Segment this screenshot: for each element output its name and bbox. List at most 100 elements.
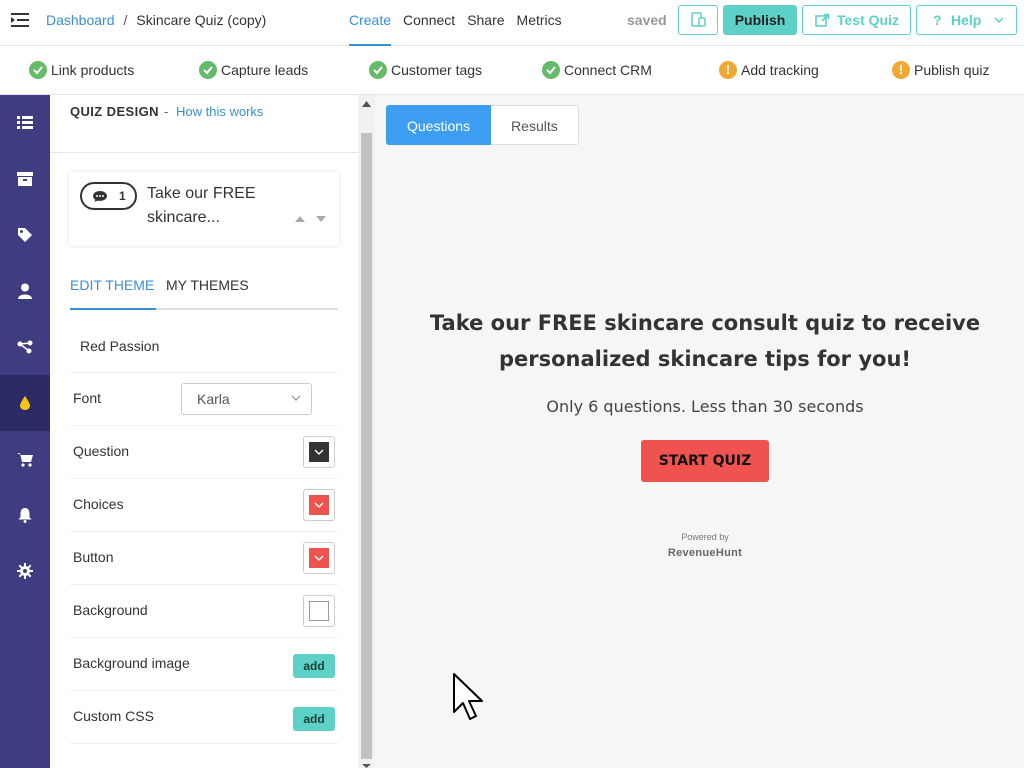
scroll-up-arrow-icon[interactable] — [362, 101, 371, 107]
rail-logic[interactable] — [0, 319, 50, 375]
background-color-row: Background — [73, 584, 335, 636]
test-quiz-label: Test Quiz — [837, 12, 899, 28]
question-color-label: Question — [73, 443, 130, 459]
rail-cart[interactable] — [0, 431, 50, 487]
test-quiz-button[interactable]: Test Quiz — [802, 5, 911, 35]
custom-css-label: Custom CSS — [73, 708, 154, 724]
choices-color-swatch — [309, 495, 329, 515]
top-bar: Dashboard / Skincare Quiz (copy) Create Co… — [0, 0, 1024, 46]
tag-icon — [18, 228, 32, 242]
background-image-label: Background image — [73, 655, 190, 671]
rail-questions[interactable] — [0, 95, 50, 151]
button-color-label: Button — [73, 549, 114, 565]
add-background-image-button[interactable]: add — [293, 654, 335, 678]
rail-tags[interactable] — [0, 207, 50, 263]
menu-toggle-icon[interactable] — [11, 11, 31, 29]
nav-metrics[interactable]: Metrics — [517, 0, 562, 46]
rail-design[interactable] — [0, 375, 50, 431]
cart-icon — [17, 452, 33, 467]
device-preview-button[interactable] — [678, 5, 718, 35]
step-customer-tags[interactable]: Customer tags — [369, 61, 482, 79]
brand-logo[interactable]: RevenueHunt — [375, 547, 1024, 559]
quiz-subtitle: Only 6 questions. Less than 30 seconds — [546, 397, 864, 416]
start-quiz-button[interactable]: START QUIZ — [641, 440, 769, 482]
setup-steps-bar: Link products Capture leads Customer tag… — [0, 46, 1024, 95]
step-label: Publish quiz — [914, 62, 990, 78]
tab-results[interactable]: Results — [491, 105, 579, 145]
step-label: Add tracking — [741, 62, 819, 78]
reorder-arrows-icon[interactable] — [294, 212, 334, 226]
font-select[interactable]: Karla — [181, 383, 312, 415]
nav-connect[interactable]: Connect — [403, 0, 455, 46]
scroll-down-arrow-icon[interactable] — [362, 764, 371, 768]
gear-icon — [17, 563, 33, 579]
font-select-value: Karla — [197, 391, 230, 407]
chevron-down-icon — [291, 395, 301, 401]
step-label: Connect CRM — [564, 62, 652, 78]
chevron-down-icon — [994, 17, 1004, 23]
publish-button[interactable]: Publish — [723, 5, 797, 35]
chevron-down-icon — [314, 502, 324, 508]
check-circle-icon — [29, 61, 47, 79]
background-color-picker[interactable] — [303, 595, 335, 627]
step-label: Link products — [51, 62, 135, 78]
mouse-cursor-icon — [453, 673, 483, 720]
list-icon — [17, 116, 33, 129]
powered-by-label: Powered by — [681, 532, 729, 542]
step-publish-quiz[interactable]: ! Publish quiz — [892, 61, 990, 79]
active-tab-indicator — [70, 308, 156, 310]
question-count-badge: 1 — [80, 182, 137, 210]
rail-notifications[interactable] — [0, 487, 50, 543]
quiz-design-panel: QUIZ DESIGN - How this works 1 Take our … — [50, 95, 358, 768]
question-icon: ? — [933, 12, 942, 28]
choices-color-label: Choices — [73, 496, 124, 512]
box-icon — [17, 172, 33, 186]
button-color-swatch — [309, 548, 329, 568]
rail-leads[interactable] — [0, 263, 50, 319]
question-title: Take our FREE skincare... — [147, 185, 256, 226]
question-color-picker[interactable] — [303, 436, 335, 468]
font-label: Font — [73, 390, 102, 406]
theme-tabs: EDIT THEME MY THEMES — [70, 273, 338, 310]
add-custom-css-button[interactable]: add — [293, 707, 335, 731]
breadcrumb-dashboard-link[interactable]: Dashboard — [46, 12, 115, 28]
panel-scrollbar[interactable] — [358, 95, 375, 768]
scrollbar-thumb[interactable] — [361, 133, 372, 759]
bell-icon — [18, 508, 32, 523]
button-color-row: Button — [73, 531, 335, 583]
button-color-picker[interactable] — [303, 542, 335, 574]
step-link-products[interactable]: Link products — [29, 61, 134, 79]
tab-questions[interactable]: Questions — [386, 105, 492, 145]
help-button[interactable]: ? Help — [916, 5, 1017, 35]
rail-products[interactable] — [0, 151, 50, 207]
save-status: saved — [627, 12, 667, 28]
step-capture-leads[interactable]: Capture leads — [199, 61, 308, 79]
step-add-tracking[interactable]: ! Add tracking — [719, 61, 819, 79]
warning-icon: ! — [719, 61, 737, 79]
nav-create[interactable]: Create — [349, 0, 392, 46]
question-color-swatch — [309, 442, 329, 462]
step-label: Customer tags — [391, 62, 483, 78]
choices-color-picker[interactable] — [303, 489, 335, 521]
panel-title: QUIZ DESIGN — [70, 104, 159, 119]
quiz-headline: Take our FREE skincare consult quiz to r… — [375, 305, 1024, 377]
step-connect-crm[interactable]: Connect CRM — [542, 61, 652, 79]
theme-name[interactable]: Red Passion — [80, 338, 159, 354]
divider — [70, 743, 338, 744]
tab-my-themes[interactable]: MY THEMES — [166, 277, 249, 293]
chevron-down-icon — [314, 555, 324, 561]
how-this-works-link[interactable]: How this works — [176, 104, 263, 119]
check-circle-icon — [369, 61, 387, 79]
question-count: 1 — [119, 189, 126, 203]
top-nav: Create Connect Share Metrics — [349, 0, 574, 46]
rail-settings[interactable] — [0, 543, 50, 599]
panel-header: QUIZ DESIGN - How this works — [50, 95, 358, 153]
quiz-headline-line-1: Take our FREE skincare consult quiz to r… — [429, 311, 981, 335]
breadcrumb-separator: / — [123, 12, 128, 28]
left-rail — [0, 95, 50, 768]
nav-share[interactable]: Share — [467, 0, 504, 46]
breadcrumb-current: Skincare Quiz (copy) — [136, 12, 267, 28]
comment-icon — [93, 191, 107, 202]
question-card[interactable]: 1 Take our FREE skincare... — [69, 172, 339, 246]
tab-edit-theme[interactable]: EDIT THEME — [70, 277, 154, 293]
